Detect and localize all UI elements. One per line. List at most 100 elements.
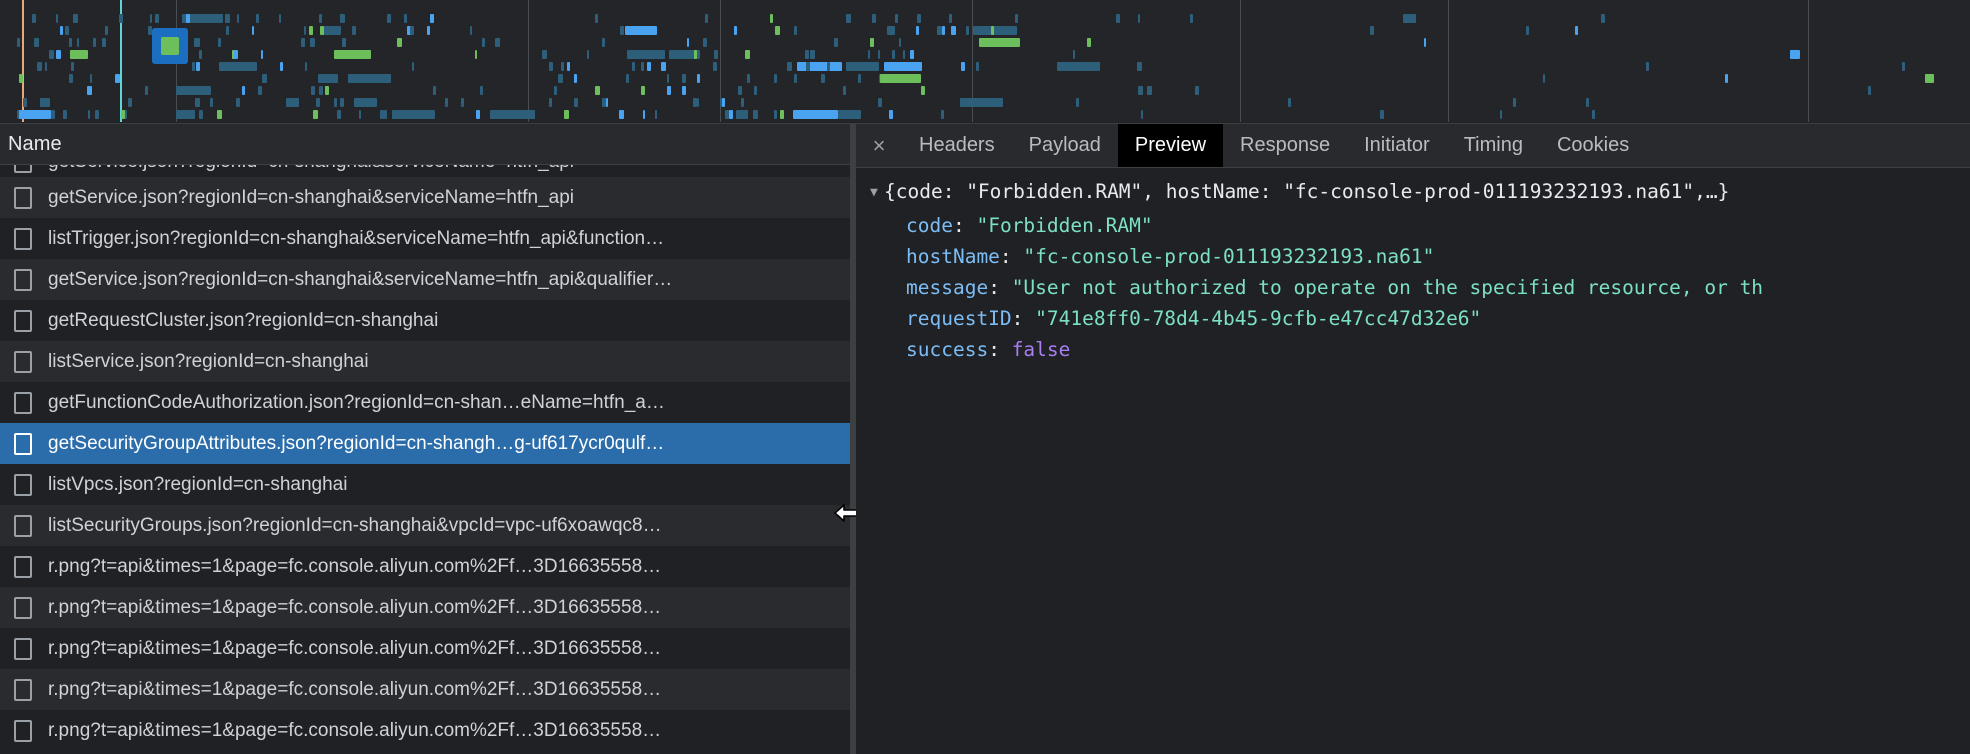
overview-request-bar	[738, 86, 742, 95]
request-row[interactable]: listTrigger.json?regionId=cn-shanghai&se…	[0, 218, 850, 259]
json-entry[interactable]: hostName: "fc-console-prod-011193232193.…	[856, 241, 1970, 272]
request-checkbox[interactable]	[14, 186, 32, 209]
request-checkbox[interactable]	[14, 227, 32, 250]
tab-cookies[interactable]: Cookies	[1540, 124, 1646, 167]
column-header-name[interactable]: Name	[0, 133, 62, 156]
request-checkbox[interactable]	[14, 596, 32, 619]
json-colon: :	[988, 338, 1000, 361]
json-colon: :	[952, 214, 965, 237]
overview-request-bar	[647, 62, 651, 71]
request-row[interactable]: r.png?t=api&times=1&page=fc.console.aliy…	[0, 587, 850, 628]
request-checkbox[interactable]	[14, 268, 32, 291]
request-row[interactable]: getFunctionCodeAuthorization.json?region…	[0, 382, 850, 423]
tab-payload[interactable]: Payload	[1012, 124, 1118, 167]
request-row[interactable]: r.png?t=api&times=1&page=fc.console.aliy…	[0, 546, 850, 587]
request-checkbox[interactable]	[14, 391, 32, 414]
request-row[interactable]: listSecurityGroups.json?regionId=cn-shan…	[0, 505, 850, 546]
overview-separator	[1240, 0, 1241, 122]
request-row[interactable]: listVpcs.json?regionId=cn-shanghai	[0, 464, 850, 505]
overview-selected-request[interactable]	[152, 28, 188, 64]
request-name-label: r.png?t=api&times=1&page=fc.console.aliy…	[48, 637, 662, 659]
json-space	[965, 214, 977, 237]
overview-request-bar	[1725, 74, 1728, 83]
request-row[interactable]: r.png?t=api&times=1&page=fc.console.aliy…	[0, 628, 850, 669]
request-detail-pane[interactable]: × Headers Payload Preview Response Initiator…	[856, 124, 1970, 754]
json-key: code	[906, 214, 953, 237]
overview-request-bar	[1902, 62, 1905, 71]
request-row-selected[interactable]: getSecurityGroupAttributes.json?regionId…	[0, 423, 850, 464]
overview-request-bar	[115, 74, 120, 83]
overview-request-bar	[870, 38, 874, 47]
json-entry[interactable]: requestID: "741e8ff0-78d4-4b45-9cfb-e47c…	[856, 303, 1970, 334]
chevron-down-icon[interactable]: ▼	[870, 177, 884, 208]
tab-preview[interactable]: Preview	[1117, 124, 1224, 167]
json-colon: :	[988, 276, 1000, 299]
request-name-label: r.png?t=api&times=1&page=fc.console.aliy…	[48, 555, 662, 577]
request-checkbox[interactable]	[14, 432, 32, 455]
overview-request-bar	[713, 62, 717, 71]
overview-request-bar	[219, 62, 257, 71]
overview-request-bar	[887, 26, 895, 35]
request-row[interactable]: getService.json?regionId=cn-shanghai&ser…	[0, 259, 850, 300]
overview-request-bar	[821, 74, 825, 83]
request-row[interactable]: getService.json?regionId=cn-shanghai&ser…	[0, 177, 850, 218]
overview-request-bar	[754, 86, 757, 95]
overview-request-bar	[1646, 62, 1649, 71]
request-checkbox[interactable]	[14, 350, 32, 373]
request-checkbox[interactable]	[14, 637, 32, 660]
json-entry[interactable]: code: "Forbidden.RAM"	[856, 210, 1970, 241]
json-entry[interactable]: success: false	[856, 334, 1970, 365]
request-row[interactable]: r.png?t=api&times=1&page=fc.console.aliy…	[0, 710, 850, 751]
request-row[interactable]: getRequestCluster.json?regionId=cn-shang…	[0, 300, 850, 341]
request-row[interactable]: listService.json?regionId=cn-shanghai	[0, 341, 850, 382]
request-checkbox[interactable]	[14, 514, 32, 537]
overview-request-bar	[445, 98, 448, 107]
overview-request-bar	[1586, 98, 1589, 107]
overview-request-bar	[313, 110, 318, 119]
json-entry[interactable]: message: "User not authorized to operate…	[856, 272, 1970, 303]
overview-request-bar	[916, 26, 919, 35]
request-checkbox[interactable]	[14, 719, 32, 742]
overview-request-bar	[88, 110, 90, 119]
request-name-label: r.png?t=api&times=1&page=fc.console.aliy…	[48, 678, 662, 700]
tab-timing[interactable]: Timing	[1447, 124, 1540, 167]
tab-response[interactable]: Response	[1223, 124, 1347, 167]
overview-request-bar	[542, 50, 547, 59]
close-icon[interactable]: ×	[856, 124, 902, 167]
overview-request-bar	[554, 86, 557, 95]
request-row[interactable]: getService.json?regionId=cn-shanghai&ser…	[0, 165, 850, 177]
request-checkbox[interactable]	[14, 473, 32, 496]
overview-request-bar	[77, 38, 79, 47]
tab-initiator[interactable]: Initiator	[1347, 124, 1447, 167]
overview-request-bar	[195, 98, 200, 107]
overview-request-bar	[286, 98, 299, 107]
request-list-pane[interactable]: Name getService.json?regionId=cn-shangha…	[0, 124, 850, 754]
json-space	[1000, 276, 1012, 299]
overview-request-bar	[311, 86, 315, 95]
overview-request-bar	[334, 98, 337, 107]
request-checkbox[interactable]	[14, 309, 32, 332]
overview-request-bar	[121, 110, 125, 119]
preview-json-viewer[interactable]: ▼ {code: "Forbidden.RAM", hostName: "fc-c…	[856, 168, 1970, 754]
overview-request-bar	[258, 86, 262, 95]
overview-request-bar	[1138, 14, 1140, 23]
network-overview-canvas[interactable]	[0, 0, 1970, 122]
json-value: "Forbidden.RAM"	[976, 214, 1153, 237]
overview-request-bar	[682, 86, 686, 95]
tab-headers[interactable]: Headers	[902, 124, 1012, 167]
overview-request-bar	[387, 14, 391, 23]
request-checkbox[interactable]	[14, 678, 32, 701]
overview-request-bar	[340, 14, 345, 23]
request-checkbox[interactable]	[14, 555, 32, 578]
request-checkbox[interactable]	[14, 165, 32, 173]
json-value: "741e8ff0-78d4-4b45-9cfb-e47cc47d32e6"	[1035, 307, 1482, 330]
overview-request-bar	[17, 38, 20, 47]
overview-request-bar	[549, 62, 553, 71]
overview-request-bar	[482, 38, 485, 47]
overview-request-bar	[1076, 98, 1079, 107]
network-overview-strip[interactable]	[0, 0, 1970, 124]
json-root-line[interactable]: ▼ {code: "Forbidden.RAM", hostName: "fc-c…	[856, 176, 1970, 210]
request-row[interactable]: r.png?t=api&times=1&page=fc.console.aliy…	[0, 669, 850, 710]
overview-request-bar	[1526, 26, 1529, 35]
request-name-label: listSecurityGroups.json?regionId=cn-shan…	[48, 514, 662, 536]
